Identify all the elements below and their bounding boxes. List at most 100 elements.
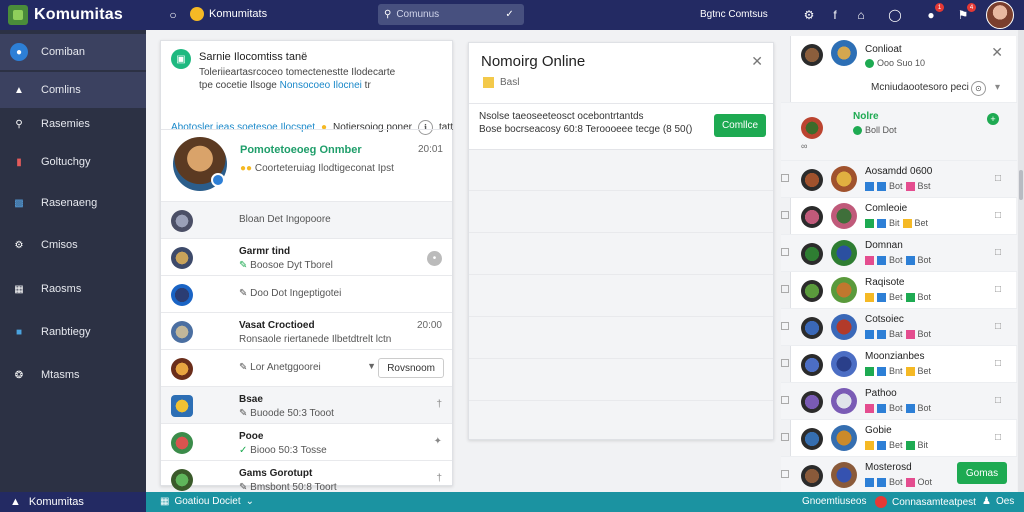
sidebar-item-raosms[interactable]: ▦ Raosms — [0, 271, 146, 307]
avatar[interactable] — [801, 169, 823, 191]
member-name[interactable]: Domnan — [865, 240, 903, 251]
checkbox[interactable] — [781, 285, 789, 293]
search-box[interactable]: ⚲ ✓ — [378, 4, 524, 25]
community-link-tail[interactable]: tatt — [439, 122, 453, 133]
avatar[interactable] — [171, 210, 193, 232]
avatar[interactable] — [801, 44, 823, 66]
bottom-link-3[interactable]: ♟ Oes — [982, 496, 1014, 507]
topbar-link[interactable]: Bgtnc Comtsus — [700, 9, 768, 20]
remove-icon[interactable]: □ — [995, 395, 1001, 406]
list-item[interactable]: Nolre Boll Dot + ∞ — [781, 102, 1017, 160]
search-input[interactable] — [396, 9, 501, 20]
member-action-button[interactable]: Gomas — [957, 462, 1007, 484]
member-name[interactable]: Mosterosd — [865, 462, 912, 473]
avatar[interactable] — [831, 203, 857, 229]
chevron-down-icon[interactable]: ▼ — [367, 361, 376, 371]
close-icon[interactable]: ✕ — [991, 44, 1003, 61]
member-name[interactable]: Raqisote — [865, 277, 904, 288]
checkbox[interactable] — [781, 359, 789, 367]
member-name[interactable]: Aosamdd 0600 — [865, 166, 932, 177]
list-item[interactable]: Pooe ✓ Biooo 50:3 Tosse ✦ — [161, 423, 452, 460]
avatar[interactable] — [801, 206, 823, 228]
notice-action-button[interactable]: Comllce — [714, 114, 766, 137]
avatar[interactable] — [801, 243, 823, 265]
pin-icon[interactable]: ✦ — [434, 436, 442, 447]
list-item[interactable]: ✎ Lor Anetggoorei ▼ Rovsnoom — [161, 349, 452, 386]
avatar[interactable] — [171, 432, 193, 454]
info-icon[interactable]: ℹ — [417, 119, 433, 135]
notification-icon[interactable]: ● 1 — [922, 3, 944, 24]
avatar[interactable] — [831, 240, 857, 266]
avatar[interactable] — [831, 277, 857, 303]
sidebar-item-rasemies[interactable]: ⚲ Rasemies — [0, 106, 146, 142]
row-action-button[interactable]: Rovsnoom — [378, 358, 444, 378]
sidebar-item-goltuchgy[interactable]: ▮ Goltuchgy — [0, 144, 146, 180]
member-name[interactable]: Comleoie — [865, 203, 907, 214]
avatar[interactable] — [831, 166, 857, 192]
member-name[interactable]: Conlioat — [865, 44, 902, 55]
avatar[interactable] — [801, 465, 823, 487]
user-avatar[interactable] — [986, 1, 1014, 29]
avatar[interactable] — [831, 314, 857, 340]
avatar[interactable] — [831, 462, 857, 488]
member-row[interactable]: Cotsoiec Bat Bot □ — [781, 308, 1017, 345]
bottom-brand[interactable]: ▲ Komumitas — [0, 492, 146, 512]
sidebar-item-comiban[interactable]: ● Comiban — [0, 34, 146, 70]
sidebar-item-mtasms[interactable]: ❂ Mtasms — [0, 357, 146, 393]
member-name[interactable]: Nolre — [853, 111, 879, 122]
member-row[interactable]: Aosamdd 0600 Bot Bst □ — [781, 160, 1017, 197]
member-name[interactable]: Moonzianbes — [865, 351, 924, 362]
sidebar-item-cmisos[interactable]: ⚙ Cmisos — [0, 227, 146, 263]
breadcrumb[interactable]: Komumitats — [190, 7, 267, 21]
avatar[interactable] — [801, 354, 823, 376]
avatar[interactable] — [171, 358, 193, 380]
list-item[interactable]: ✎ Doo Dot Ingeptigotei — [161, 275, 452, 312]
remove-icon[interactable]: □ — [995, 432, 1001, 443]
featured-member[interactable]: Pomotetoeoeg Onmber 20:01 ●● Coorteterui… — [173, 137, 443, 195]
member-row[interactable]: Gobie Bet Bit □ — [781, 419, 1017, 456]
facebook-icon[interactable]: f — [826, 6, 844, 24]
checkbox[interactable] — [781, 470, 789, 478]
member-row[interactable]: Moonzianbes Bnt Bet □ — [781, 345, 1017, 382]
avatar[interactable] — [831, 425, 857, 451]
flag-icon[interactable]: ⚑ 4 — [954, 3, 976, 24]
remove-icon[interactable]: □ — [995, 284, 1001, 295]
more-icon[interactable]: • — [427, 251, 442, 266]
sidebar-item-rasenaeng[interactable]: ▩ Rasenaeng — [0, 185, 146, 221]
remove-icon[interactable]: □ — [995, 321, 1001, 332]
brand[interactable]: Komumitas — [8, 4, 123, 26]
checkbox[interactable] — [781, 174, 789, 182]
remove-icon[interactable]: □ — [995, 247, 1001, 258]
member-row[interactable]: Comleoie Bit Bet □ — [781, 197, 1017, 234]
checkbox[interactable] — [781, 248, 789, 256]
user-icon[interactable]: ○ — [164, 6, 182, 24]
avatar[interactable] — [171, 247, 193, 269]
avatar[interactable] — [801, 280, 823, 302]
avatar[interactable] — [801, 117, 823, 139]
avatar[interactable] — [801, 317, 823, 339]
members-link[interactable]: Mcniudaootesoro peci — [871, 82, 969, 93]
lock-icon[interactable]: ◯ — [886, 6, 904, 24]
remove-icon[interactable]: □ — [995, 173, 1001, 184]
description-link[interactable]: Nonsocoeo Ilocnei — [280, 80, 362, 91]
bottom-link-2[interactable]: Connasamteatpest — [875, 496, 976, 508]
community-link[interactable]: Abotosler ieas soetesoe Ilocspet — [171, 122, 315, 133]
avatar[interactable] — [831, 40, 857, 66]
scrollbar[interactable] — [1018, 30, 1024, 492]
check-icon[interactable]: ✓ — [505, 9, 513, 20]
add-icon[interactable]: + — [987, 113, 999, 125]
list-item[interactable]: Bsae ✎ Buoode 50:3 Tooot † — [161, 386, 452, 423]
avatar[interactable] — [171, 469, 193, 491]
list-item[interactable]: Vasat Croctioed Ronsaole riertanede Ilbe… — [161, 312, 452, 349]
sidebar-item-comlins[interactable]: ▲ Comlins — [0, 72, 146, 108]
member-name[interactable]: Gobie — [865, 425, 892, 436]
sidebar-item-ranbtiegy[interactable]: ■ Ranbtiegy — [0, 314, 146, 350]
avatar[interactable] — [801, 428, 823, 450]
avatar[interactable] — [801, 391, 823, 413]
pin-icon[interactable]: † — [436, 473, 442, 484]
home-icon[interactable]: ⌂ — [852, 6, 870, 24]
list-item[interactable]: Bloan Det Ingopoore — [161, 201, 452, 238]
gear-icon[interactable]: ⚙ — [800, 6, 818, 24]
channel-selector[interactable]: ▦ Goatiou Dociet ⌄ — [160, 496, 254, 507]
checkbox[interactable] — [781, 433, 789, 441]
